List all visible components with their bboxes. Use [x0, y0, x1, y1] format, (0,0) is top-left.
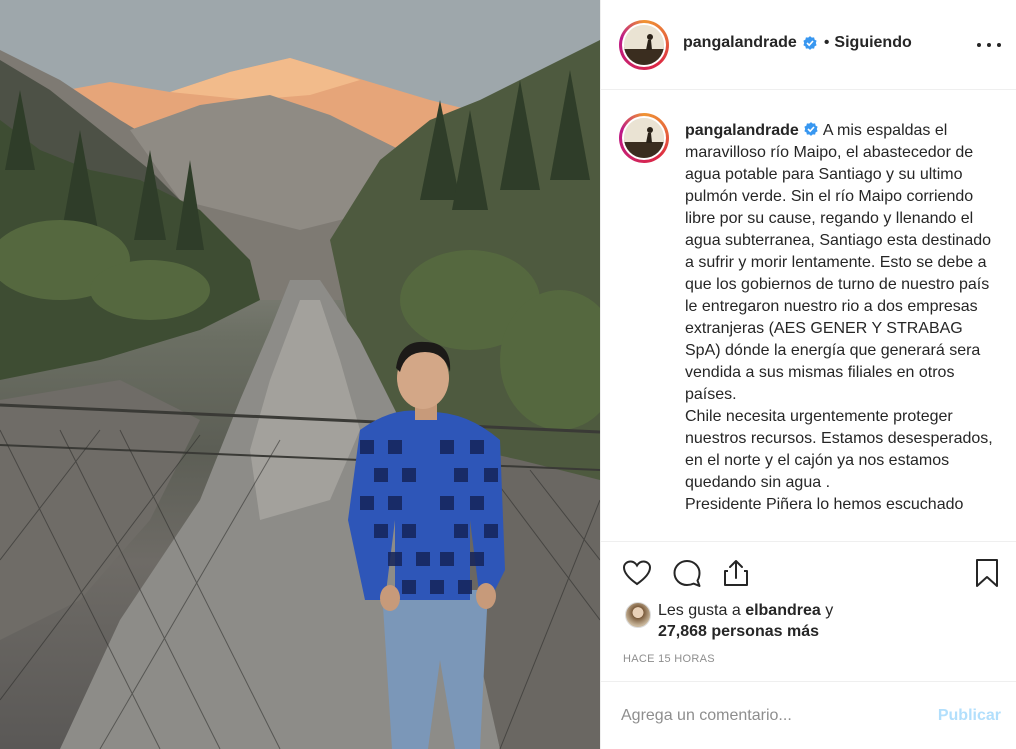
caption-username[interactable]: pangalandrade — [685, 122, 799, 139]
photo-scene — [0, 0, 600, 749]
more-options-icon[interactable] — [977, 36, 1001, 54]
post-actions-bar — [601, 541, 1016, 599]
share-icon[interactable] — [720, 557, 752, 589]
likes-connector: y — [825, 602, 834, 619]
caption-paragraph-1: A mis espaldas el maravilloso río Maipo,… — [685, 122, 992, 403]
comment-input[interactable] — [621, 704, 921, 728]
likes-prefix: Les gusta a — [658, 602, 741, 619]
caption-paragraph-2: Chile necesita urgentemente proteger nue… — [685, 408, 993, 491]
verified-badge-icon — [804, 122, 818, 136]
verified-badge-icon — [803, 36, 817, 50]
publish-button[interactable]: Publicar — [938, 707, 1001, 725]
post-timestamp[interactable]: HACE 15 HORAS — [623, 653, 715, 665]
avatar-image — [624, 25, 664, 65]
heart-icon[interactable] — [621, 557, 653, 589]
caption-avatar-image — [624, 118, 664, 158]
likes-line: Les gusta a elbandrea y — [658, 600, 833, 622]
comment-box: Publicar — [601, 681, 1016, 749]
comment-bubble-icon[interactable] — [671, 557, 703, 589]
caption-paragraph-3: Presidente Piñera lo hemos escuchado — [685, 496, 964, 513]
liker-username-link[interactable]: elbandrea — [745, 602, 821, 619]
caption-area: pangalandrade A mis espaldas el maravill… — [601, 91, 1016, 541]
likes-summary: Les gusta a elbandrea y 27,868 personas … — [625, 599, 1005, 649]
likes-count-link[interactable]: 27,868 personas más — [658, 621, 819, 643]
post-caption: pangalandrade A mis espaldas el maravill… — [685, 120, 995, 516]
post-header: pangalandrade • Siguiendo — [601, 0, 1016, 90]
post-photo[interactable] — [0, 0, 600, 749]
post-side-panel: pangalandrade • Siguiendo pangalandrade … — [600, 0, 1016, 749]
bookmark-icon[interactable] — [971, 557, 1003, 589]
caption-avatar[interactable] — [619, 113, 669, 163]
header-separator: • — [823, 34, 830, 51]
header-avatar[interactable] — [619, 20, 669, 70]
liker-avatar[interactable] — [625, 602, 651, 628]
header-username[interactable]: pangalandrade — [683, 34, 797, 52]
follow-status-button[interactable]: Siguiendo — [834, 34, 911, 52]
